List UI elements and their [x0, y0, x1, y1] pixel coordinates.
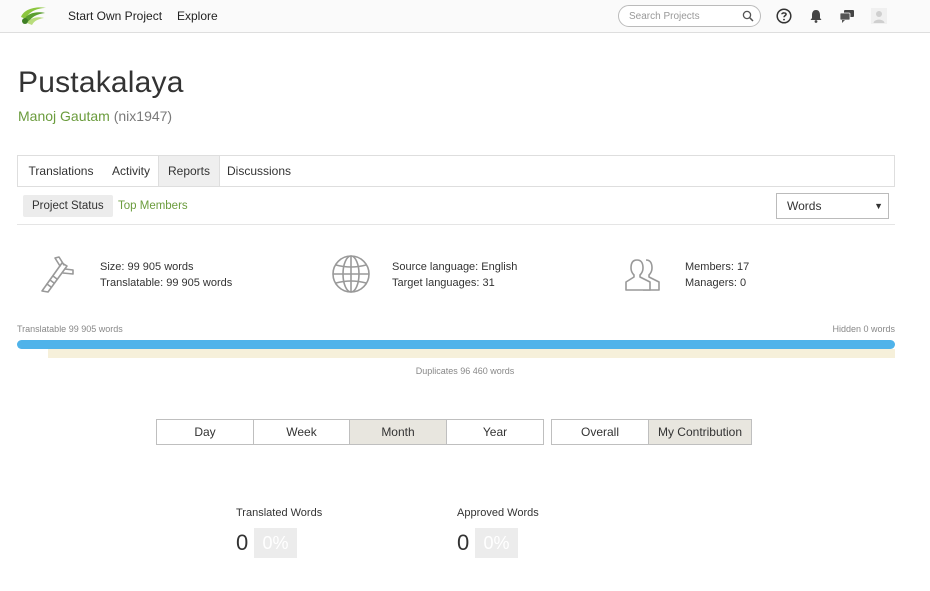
tab-activity[interactable]: Activity: [104, 156, 158, 186]
divider: [17, 224, 895, 225]
period-week-button[interactable]: Week: [253, 419, 350, 445]
size-stats: Size: 99 905 words Translatable: 99 905 …: [100, 259, 232, 291]
scope-my-contribution-button[interactable]: My Contribution: [648, 419, 752, 445]
help-icon[interactable]: [776, 8, 792, 24]
user-avatar-icon[interactable]: [871, 8, 887, 24]
members-text: Members: 17: [685, 261, 750, 273]
project-owner: Manoj Gautam (nix1947): [18, 108, 172, 124]
subnav-project-status[interactable]: Project Status: [23, 195, 113, 217]
start-own-project-link[interactable]: Start Own Project: [68, 9, 162, 23]
hidden-words-label: Hidden 0 words: [832, 324, 895, 334]
project-tabs: Translations Activity Reports Discussion…: [17, 155, 895, 187]
translated-words-percent: 0%: [254, 528, 297, 558]
bell-icon[interactable]: [808, 8, 824, 24]
owner-name-link[interactable]: Manoj Gautam: [18, 108, 110, 124]
translatable-progress-bar: [17, 340, 895, 349]
chat-icon[interactable]: [839, 8, 855, 24]
approved-words-percent: 0%: [475, 528, 518, 558]
owner-handle: (nix1947): [113, 108, 173, 124]
period-year-button[interactable]: Year: [446, 419, 544, 445]
tab-translations[interactable]: Translations: [18, 156, 104, 186]
crowdin-logo-icon[interactable]: [18, 5, 48, 27]
translatable-words-label: Translatable 99 905 words: [17, 324, 123, 334]
explore-link[interactable]: Explore: [177, 9, 218, 23]
target-languages-text: Target languages: 31: [392, 277, 495, 289]
top-navbar: Start Own Project Explore: [0, 0, 930, 33]
translated-words-label: Translated Words: [236, 507, 323, 519]
source-language-text: Source language: English: [392, 261, 518, 273]
tab-reports[interactable]: Reports: [158, 156, 220, 186]
size-text: Size: 99 905 words: [100, 261, 194, 273]
project-title: Pustakalaya: [18, 66, 184, 99]
translated-words-value: 0: [236, 530, 249, 555]
tab-discussions[interactable]: Discussions: [220, 156, 298, 186]
unit-select[interactable]: Words ▼: [776, 193, 889, 219]
translatable-text: Translatable: 99 905 words: [100, 277, 233, 289]
caliper-icon: [41, 256, 74, 293]
period-day-button[interactable]: Day: [156, 419, 254, 445]
duplicates-label: Duplicates 96 460 words: [415, 366, 515, 376]
approved-words-value: 0: [457, 530, 470, 555]
chevron-down-icon: ▼: [874, 201, 883, 211]
search-box: [618, 5, 761, 27]
members-stats: Members: 17 Managers: 0: [685, 259, 749, 291]
subnav-top-members[interactable]: Top Members: [109, 195, 197, 217]
globe-icon: [332, 255, 370, 293]
language-stats: Source language: English Target language…: [392, 259, 517, 291]
search-icon[interactable]: [742, 10, 754, 22]
scope-overall-button[interactable]: Overall: [551, 419, 649, 445]
duplicates-progress-bar: [48, 349, 895, 358]
members-icon: [625, 259, 660, 291]
search-input[interactable]: [629, 9, 739, 23]
unit-select-value: Words: [787, 199, 822, 213]
managers-text: Managers: 0: [685, 277, 747, 289]
approved-words-label: Approved Words: [457, 507, 539, 519]
period-month-button[interactable]: Month: [349, 419, 447, 445]
